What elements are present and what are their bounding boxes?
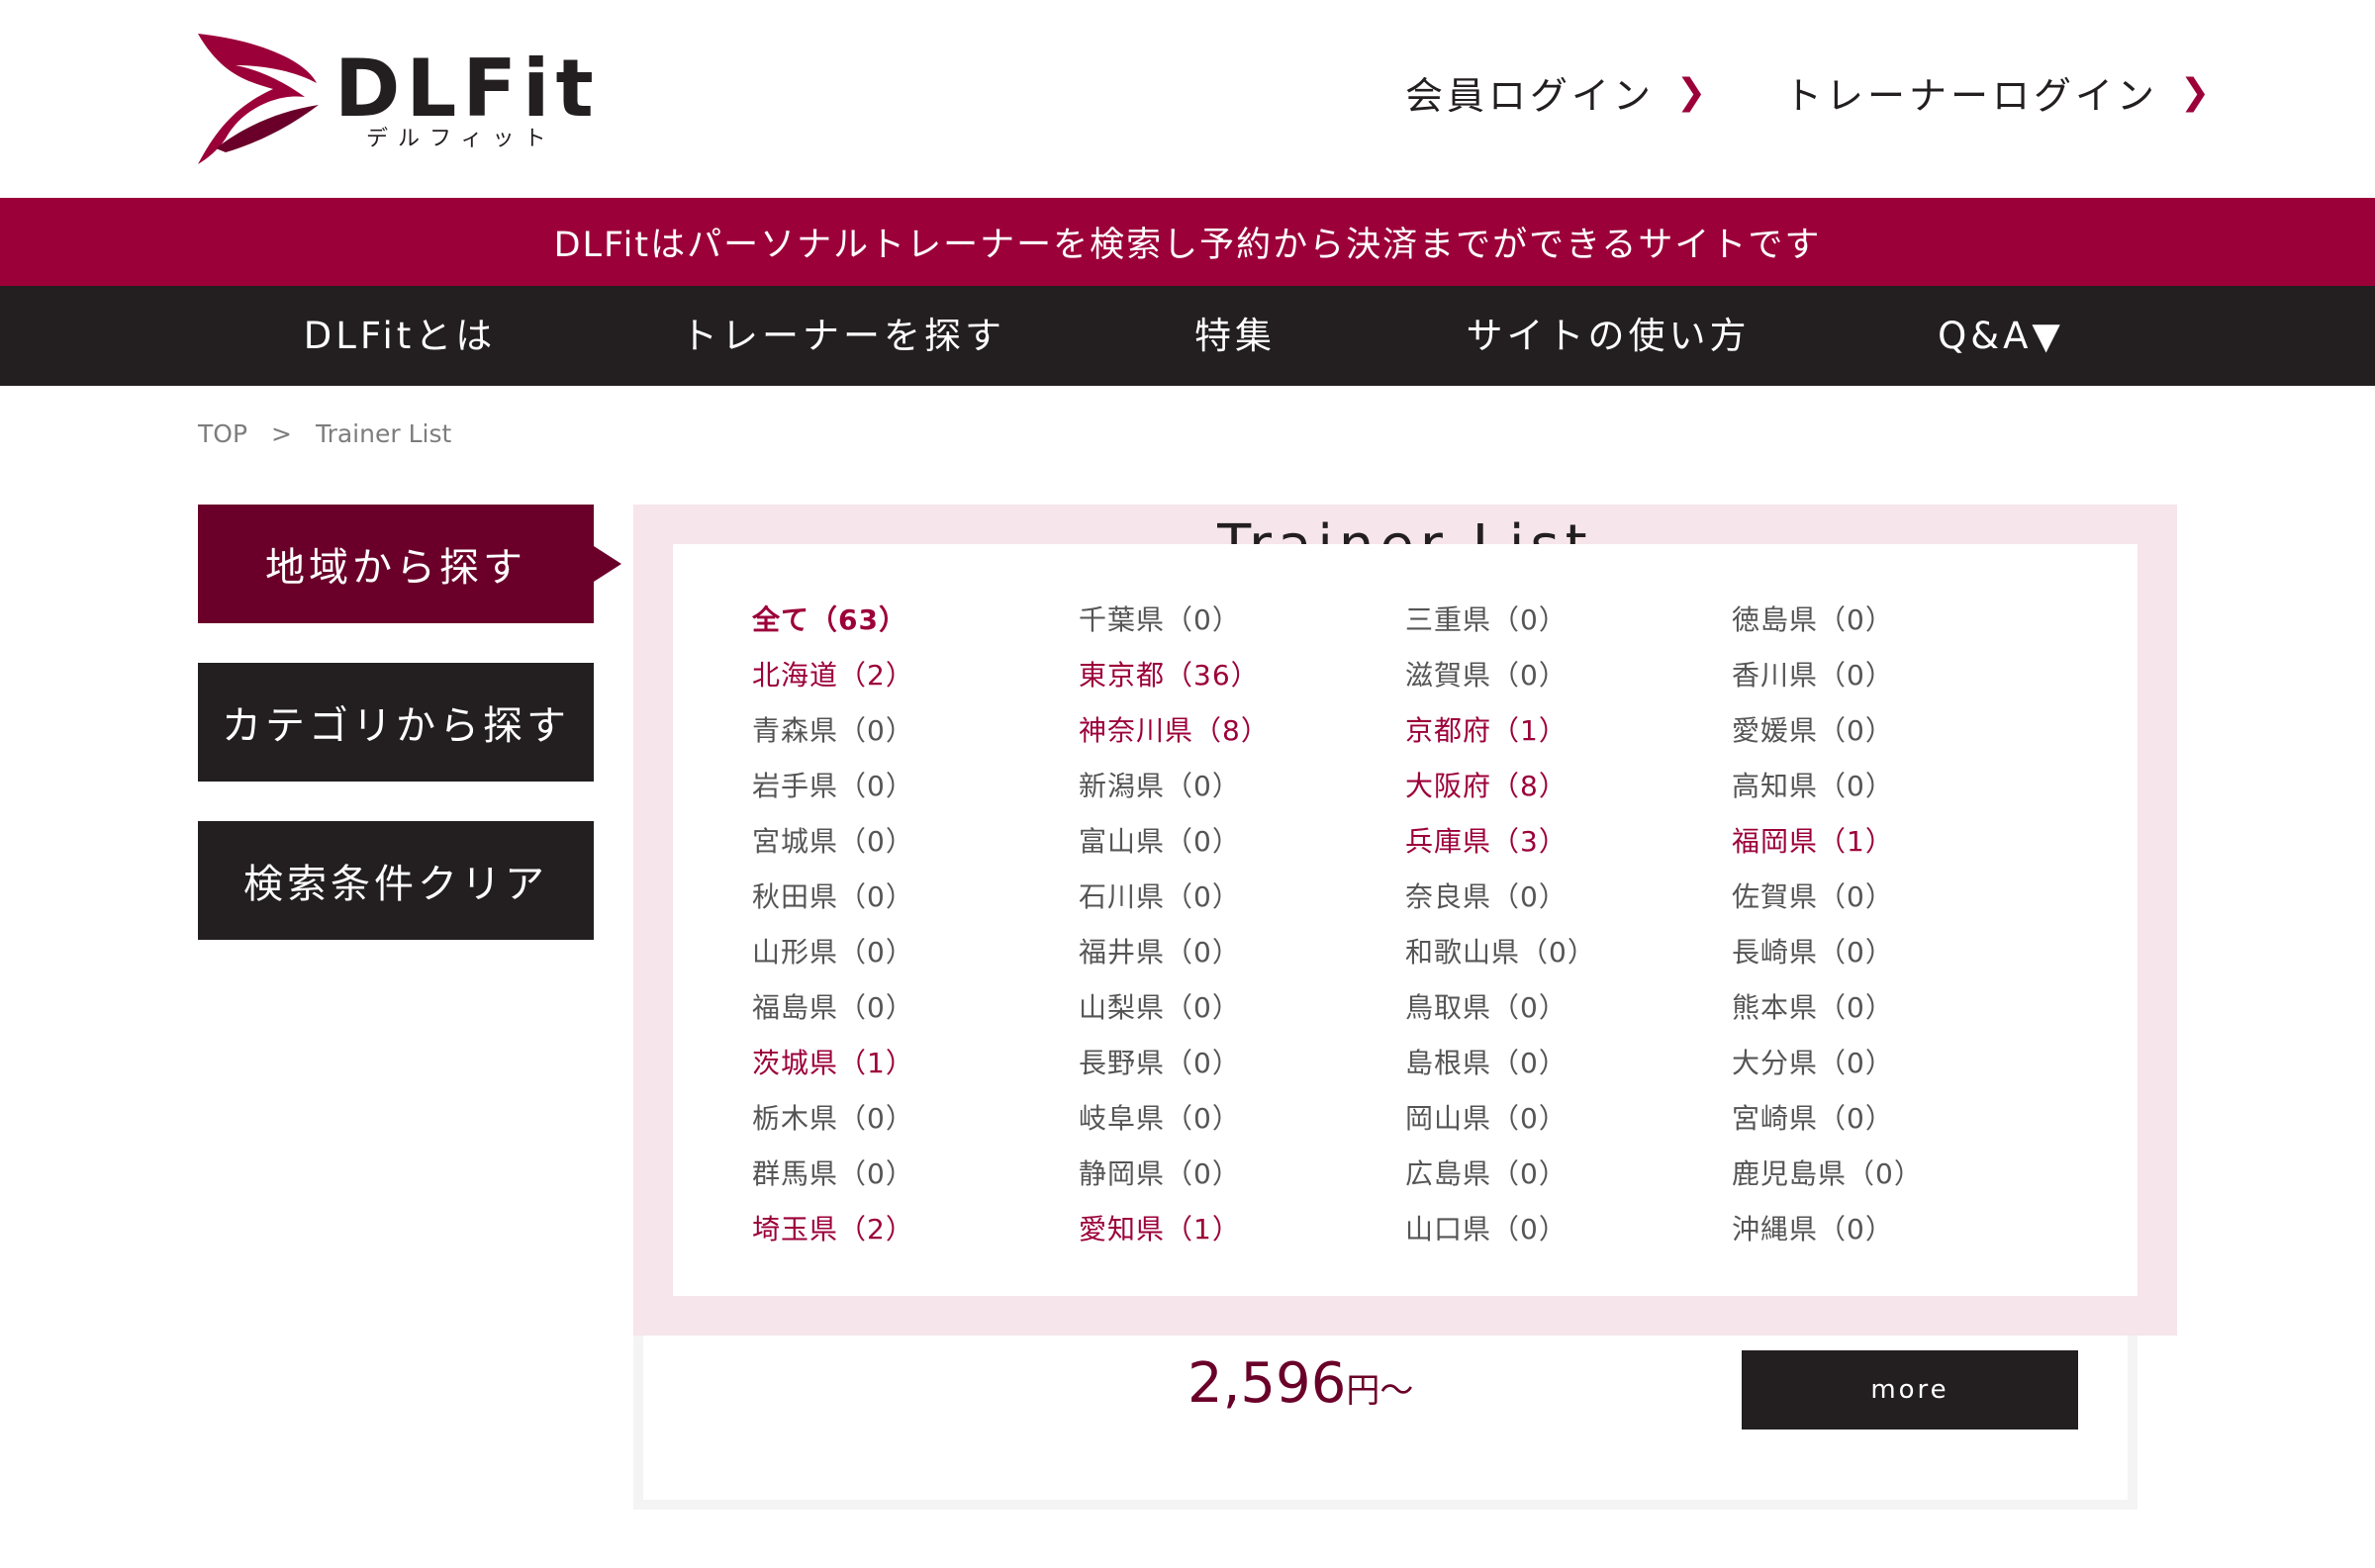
prefecture-link[interactable]: 大分県（0） xyxy=(1732,1042,1894,1081)
prefecture-link[interactable]: 佐賀県（0） xyxy=(1732,876,1894,915)
prefecture-link[interactable]: 宮崎県（0） xyxy=(1732,1097,1894,1137)
prefecture-link[interactable]: 山形県（0） xyxy=(752,931,914,970)
prefecture-link[interactable]: 京都府（1） xyxy=(1405,709,1568,749)
prefecture-link[interactable]: 山口県（0） xyxy=(1405,1208,1568,1247)
prefecture-link[interactable]: 大阪府（8） xyxy=(1405,765,1568,804)
prefecture-link[interactable]: 秋田県（0） xyxy=(752,876,914,915)
breadcrumb-top[interactable]: TOP xyxy=(198,419,247,448)
prefecture-link[interactable]: 千葉県（0） xyxy=(1079,599,1241,638)
prefecture-link[interactable]: 奈良県（0） xyxy=(1405,876,1568,915)
nav-item-how-to-use[interactable]: サイトの使い方 xyxy=(1467,286,1751,386)
chevron-right-icon: ❯ xyxy=(1676,72,1711,113)
prefecture-link[interactable]: 福岡県（1） xyxy=(1732,820,1894,860)
prefecture-link[interactable]: 栃木県（0） xyxy=(752,1097,914,1137)
trainer-price: 2,596円〜 xyxy=(1188,1351,1413,1416)
prefecture-link[interactable]: 青森県（0） xyxy=(752,709,914,749)
price-value: 2,596 xyxy=(1188,1351,1347,1416)
prefecture-link[interactable]: 神奈川県（8） xyxy=(1079,709,1270,749)
prefecture-link[interactable]: 北海道（2） xyxy=(752,654,914,693)
site-banner: DLFitはパーソナルトレーナーを検索し予約から決済までができるサイトです xyxy=(0,198,2375,286)
prefecture-link[interactable]: 茨城県（1） xyxy=(752,1042,914,1081)
member-login-label: 会員ログイン xyxy=(1405,74,1656,118)
main-nav: DLFitとは トレーナーを探す 特集 サイトの使い方 Q&A▼ xyxy=(0,286,2375,386)
prefecture-link[interactable]: 長野県（0） xyxy=(1079,1042,1241,1081)
prefecture-link[interactable]: 熊本県（0） xyxy=(1732,986,1894,1026)
price-unit: 円〜 xyxy=(1346,1371,1414,1411)
nav-item-find-trainer[interactable]: トレーナーを探す xyxy=(681,286,1005,386)
prefecture-link[interactable]: 兵庫県（3） xyxy=(1405,820,1568,860)
prefecture-link[interactable]: 沖縄県（0） xyxy=(1732,1208,1894,1247)
prefecture-link[interactable]: 広島県（0） xyxy=(1405,1153,1568,1192)
breadcrumb-separator: > xyxy=(271,419,292,448)
prefecture-link[interactable]: 静岡県（0） xyxy=(1079,1153,1241,1192)
prefecture-link[interactable]: 三重県（0） xyxy=(1405,599,1568,638)
member-login-link[interactable]: 会員ログイン ❯ xyxy=(1405,65,1710,120)
prefecture-link[interactable]: 埼玉県（2） xyxy=(752,1208,914,1247)
prefecture-link[interactable]: 岩手県（0） xyxy=(752,765,914,804)
prefecture-link[interactable]: 鳥取県（0） xyxy=(1405,986,1568,1026)
prefecture-link[interactable]: 全て（63） xyxy=(752,599,907,638)
nav-item-about[interactable]: DLFitとは xyxy=(304,286,496,386)
trainer-login-label: トレーナーログイン xyxy=(1784,74,2159,118)
search-by-area-button[interactable]: 地域から探す xyxy=(198,505,621,623)
more-button[interactable]: more xyxy=(1742,1350,2078,1430)
prefecture-link[interactable]: 島根県（0） xyxy=(1405,1042,1568,1081)
list-title: Trainer List xyxy=(1217,513,1593,546)
prefecture-link[interactable]: 山梨県（0） xyxy=(1079,986,1241,1026)
clear-search-button[interactable]: 検索条件クリア xyxy=(198,821,594,940)
search-by-category-button[interactable]: カテゴリから探す xyxy=(198,663,594,782)
chevron-right-icon: ❯ xyxy=(2180,72,2215,113)
nav-item-features[interactable]: 特集 xyxy=(1194,286,1276,386)
prefecture-link[interactable]: 岐阜県（0） xyxy=(1079,1097,1241,1137)
logo-subtext: デルフィット xyxy=(366,127,556,151)
prefecture-link[interactable]: 富山県（0） xyxy=(1079,820,1241,860)
breadcrumb-current: Trainer List xyxy=(315,419,452,448)
logo-mark-icon xyxy=(198,34,319,164)
prefecture-link[interactable]: 長崎県（0） xyxy=(1732,931,1894,970)
site-header: DLFit デルフィット 会員ログイン ❯ トレーナーログイン ❯ xyxy=(0,0,2375,198)
prefecture-link[interactable]: 香川県（0） xyxy=(1732,654,1894,693)
nav-item-qa[interactable]: Q&A▼ xyxy=(1938,286,2064,386)
prefecture-link[interactable]: 福井県（0） xyxy=(1079,931,1241,970)
prefecture-link[interactable]: 和歌山県（0） xyxy=(1405,931,1596,970)
prefecture-link[interactable]: 福島県（0） xyxy=(752,986,914,1026)
logo[interactable]: DLFit デルフィット xyxy=(196,32,594,170)
prefecture-link[interactable]: 岡山県（0） xyxy=(1405,1097,1568,1137)
prefecture-link[interactable]: 宮城県（0） xyxy=(752,820,914,860)
prefecture-link[interactable]: 群馬県（0） xyxy=(752,1153,914,1192)
prefecture-link[interactable]: 愛知県（1） xyxy=(1079,1208,1241,1247)
breadcrumb: TOP > Trainer List xyxy=(198,419,451,448)
prefecture-link[interactable]: 新潟県（0） xyxy=(1079,765,1241,804)
prefecture-link[interactable]: 東京都（36） xyxy=(1079,654,1260,693)
prefecture-link[interactable]: 高知県（0） xyxy=(1732,765,1894,804)
prefecture-link[interactable]: 愛媛県（0） xyxy=(1732,709,1894,749)
prefecture-link[interactable]: 滋賀県（0） xyxy=(1405,654,1568,693)
prefecture-link[interactable]: 石川県（0） xyxy=(1079,876,1241,915)
prefecture-link[interactable]: 徳島県（0） xyxy=(1732,599,1894,638)
prefecture-link[interactable]: 鹿児島県（0） xyxy=(1732,1153,1923,1192)
trainer-login-link[interactable]: トレーナーログイン ❯ xyxy=(1784,65,2214,120)
